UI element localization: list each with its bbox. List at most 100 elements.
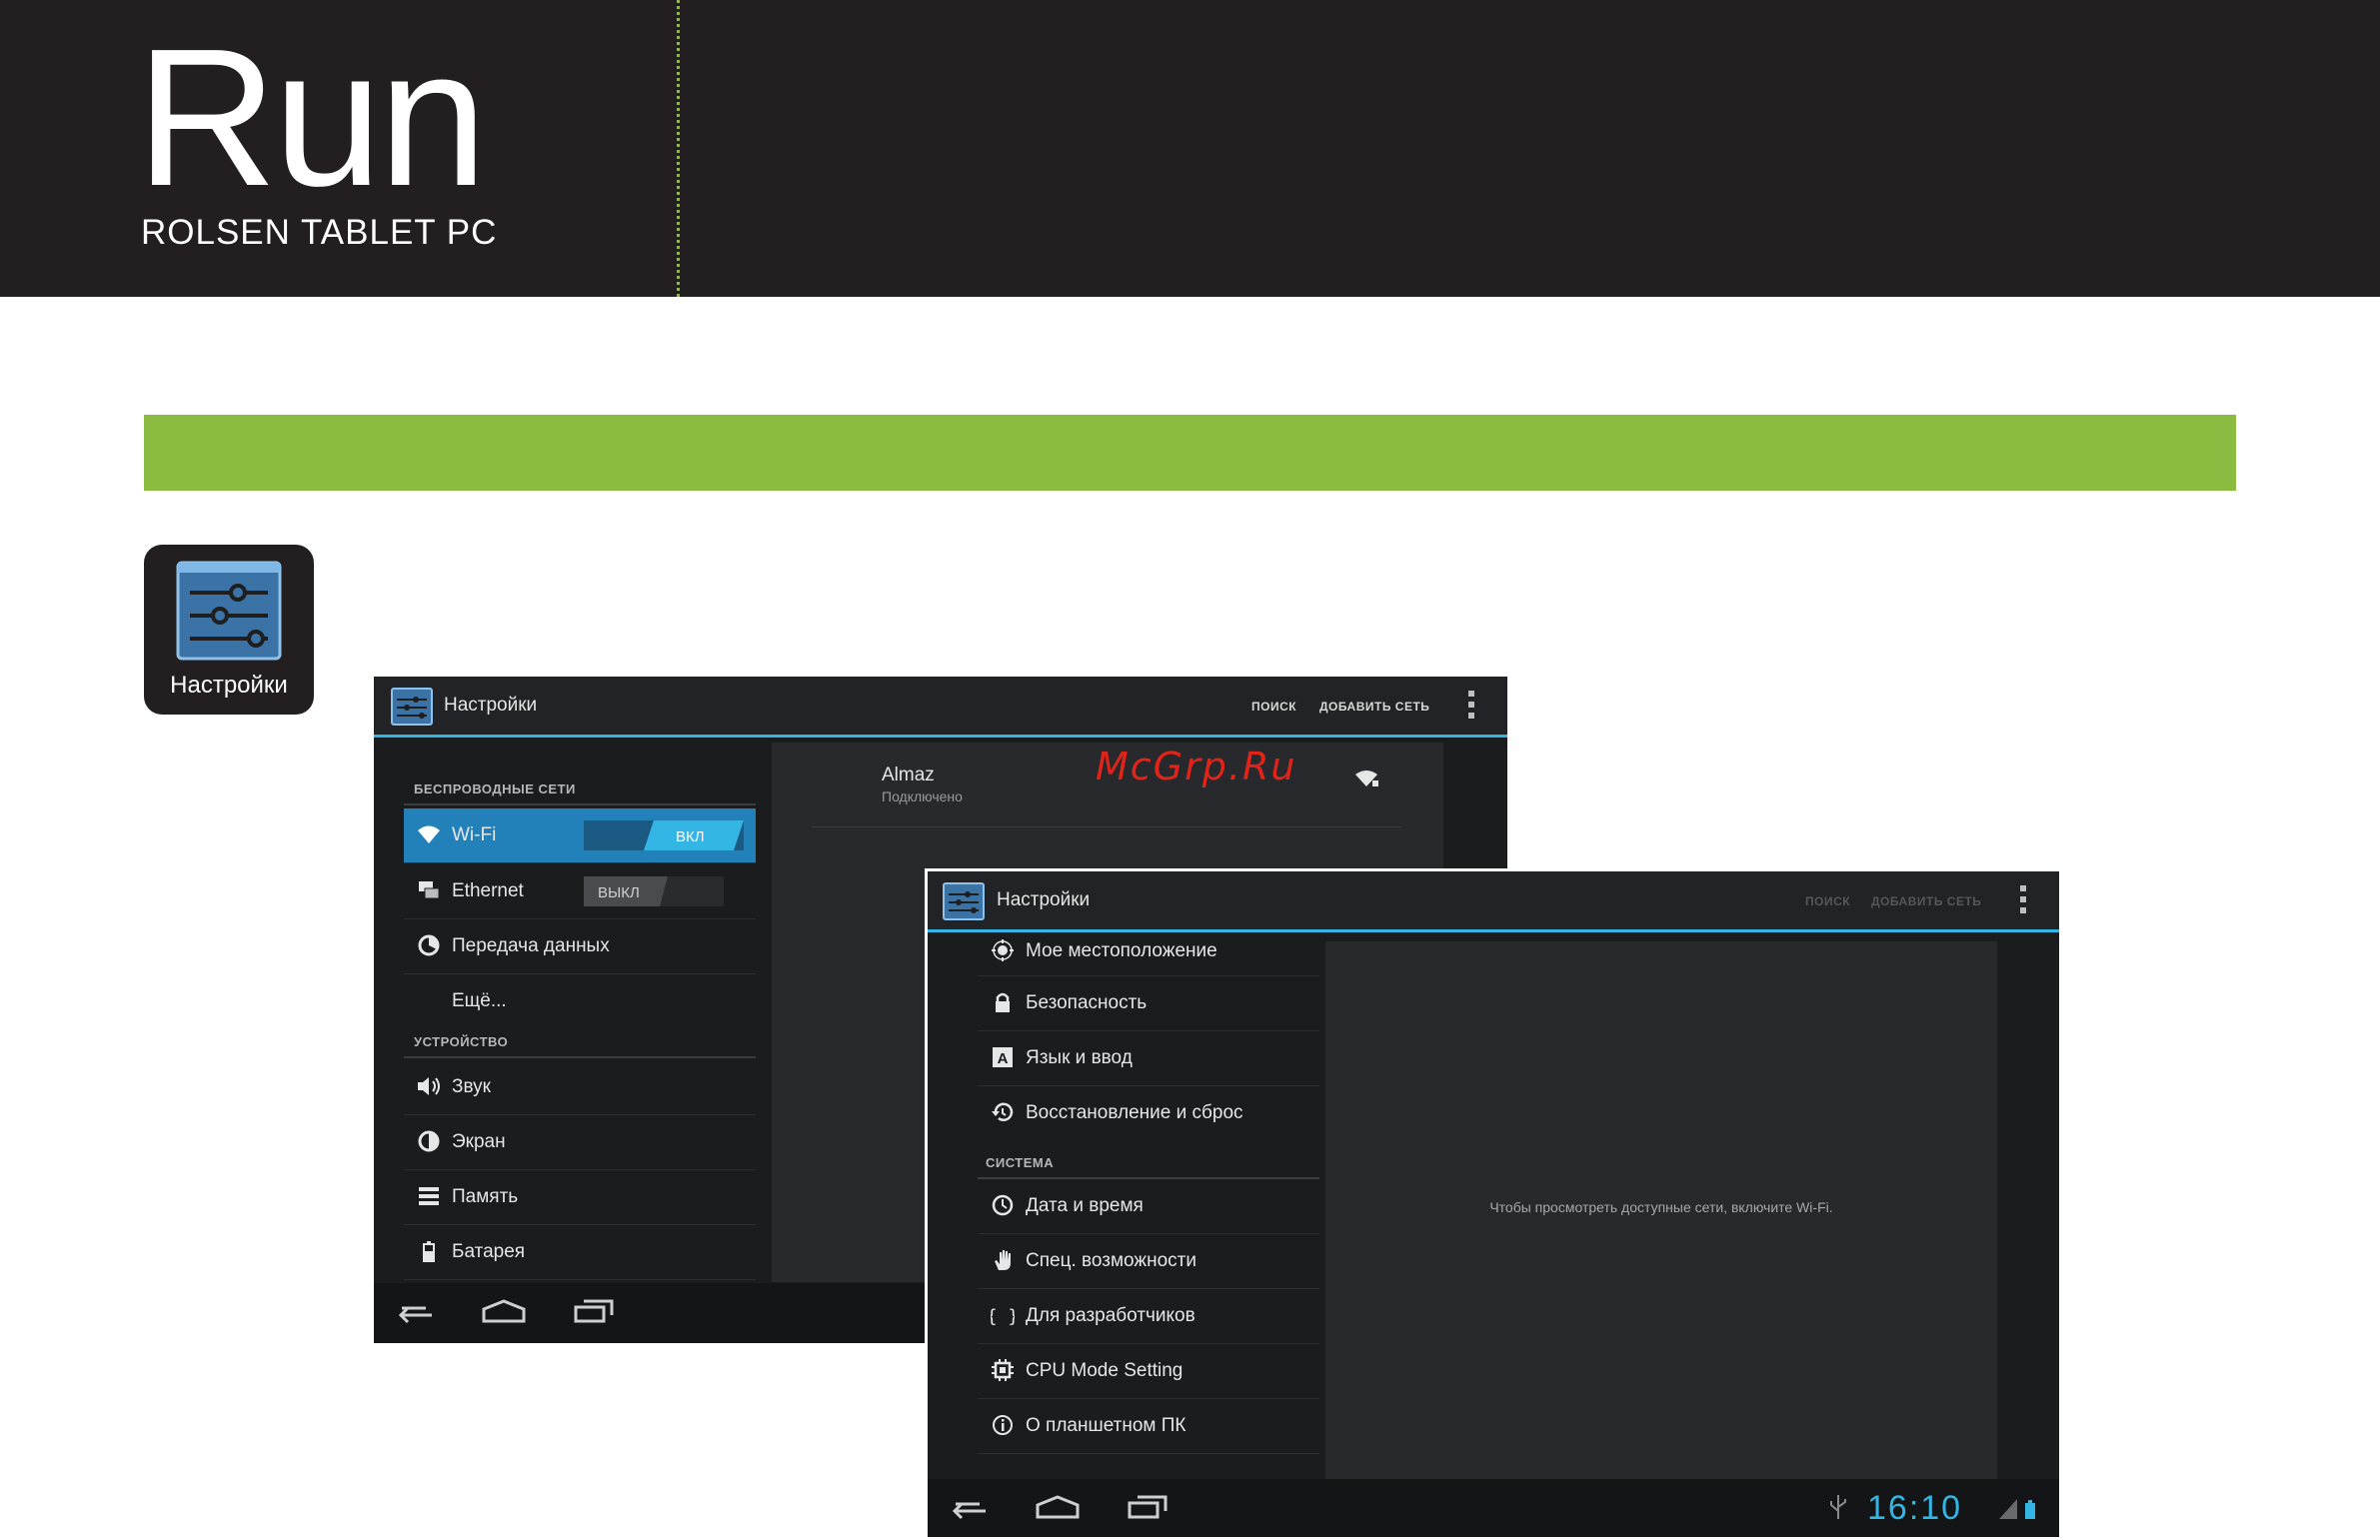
menu-item-label: Ethernet bbox=[452, 880, 524, 901]
menu-item-label: Для разработчиков bbox=[1026, 1305, 1195, 1326]
menu-item-security[interactable]: Безопасность bbox=[978, 976, 1319, 1031]
menu-item-label: Спец. возможности bbox=[1026, 1250, 1196, 1271]
network-divider bbox=[812, 826, 1401, 827]
navigation-bar: 16:10 bbox=[928, 1479, 2059, 1537]
section-divider bbox=[404, 803, 756, 805]
add-network-action[interactable]: ДОБАВИТЬ СЕТЬ bbox=[1871, 894, 1981, 908]
clock-time: 16:10 bbox=[1867, 1489, 1963, 1527]
back-icon[interactable] bbox=[950, 1491, 990, 1521]
menu-item-label: Память bbox=[452, 1186, 519, 1207]
menu-item-language[interactable]: A Язык и ввод bbox=[978, 1031, 1319, 1086]
page-header: Run ROLSEN TABLET PC bbox=[0, 0, 2380, 297]
data-usage-icon bbox=[416, 934, 442, 958]
menu-item-storage[interactable]: Память bbox=[404, 1170, 756, 1225]
overflow-menu-icon[interactable] bbox=[2020, 885, 2026, 918]
search-action[interactable]: ПОИСК bbox=[1251, 700, 1296, 714]
menu-item-label: Звук bbox=[452, 1076, 491, 1097]
wifi-toggle[interactable] bbox=[584, 820, 744, 850]
settings-icon bbox=[943, 882, 985, 920]
settings-sliders-icon bbox=[176, 561, 282, 661]
menu-item-date-time[interactable]: Дата и время bbox=[978, 1179, 1319, 1234]
menu-item-accessibility[interactable]: Спец. возможности bbox=[978, 1234, 1319, 1289]
menu-item-more[interactable]: Ещё... bbox=[404, 974, 756, 1028]
menu-item-restore[interactable]: Восстановление и сброс bbox=[978, 1086, 1319, 1140]
menu-item-sound[interactable]: Звук bbox=[404, 1060, 756, 1115]
menu-item-location[interactable]: Мое местоположение bbox=[978, 933, 1319, 976]
battery-icon bbox=[416, 1240, 442, 1264]
menu-item-label: Экран bbox=[452, 1131, 506, 1152]
menu-item-display[interactable]: Экран bbox=[404, 1115, 756, 1170]
back-icon[interactable] bbox=[396, 1295, 436, 1325]
action-bar-title: Настройки bbox=[444, 695, 538, 716]
action-bar: Настройки ПОИСК ДОБАВИТЬ СЕТЬ bbox=[928, 871, 2059, 932]
recent-apps-icon[interactable] bbox=[1128, 1491, 1168, 1521]
wifi-off-panel: Чтобы просмотреть доступные сети, включи… bbox=[1325, 941, 1997, 1479]
svg-text:{ }: { } bbox=[991, 1306, 1015, 1326]
menu-item-battery[interactable]: Батарея bbox=[404, 1225, 756, 1280]
section-header-system: СИСТЕМА bbox=[986, 1155, 1055, 1170]
menu-item-label: Безопасность bbox=[1026, 992, 1148, 1013]
home-icon[interactable] bbox=[482, 1295, 526, 1325]
menu-item-label: Передача данных bbox=[452, 935, 610, 956]
menu-item-label: Язык и ввод bbox=[1026, 1047, 1133, 1068]
section-green-bar bbox=[144, 415, 2236, 491]
lock-icon bbox=[990, 991, 1016, 1015]
home-icon[interactable] bbox=[1036, 1491, 1080, 1521]
brand-subtitle: ROLSEN TABLET PC bbox=[141, 213, 498, 252]
clock-icon bbox=[990, 1194, 1016, 1218]
info-icon bbox=[990, 1414, 1016, 1438]
signal-battery-icon bbox=[1999, 1499, 2035, 1519]
restore-icon bbox=[990, 1101, 1016, 1125]
menu-item-cpu-mode[interactable]: CPU Mode Setting bbox=[978, 1344, 1319, 1399]
add-network-action[interactable]: ДОБАВИТЬ СЕТЬ bbox=[1319, 700, 1429, 714]
settings-list: Мое местоположение Безопасность A Язык и… bbox=[978, 933, 1319, 1473]
menu-item-label: Восстановление и сброс bbox=[1026, 1102, 1243, 1123]
brand-logo: Run bbox=[136, 8, 488, 227]
wifi-icon bbox=[416, 823, 442, 847]
storage-icon bbox=[416, 1185, 442, 1209]
menu-item-label: Wi-Fi bbox=[452, 824, 497, 845]
overflow-menu-icon[interactable] bbox=[1468, 691, 1474, 724]
screenshot-system-settings: Настройки ПОИСК ДОБАВИТЬ СЕТЬ Мое местоп… bbox=[925, 868, 2062, 1540]
ethernet-toggle-label: ВЫКЛ bbox=[598, 884, 640, 901]
usb-icon bbox=[1830, 1495, 1846, 1519]
app-icon-label: Настройки bbox=[170, 672, 288, 699]
network-name[interactable]: Almaz bbox=[882, 765, 935, 786]
menu-item-wifi[interactable]: Wi-Fi ВКЛ bbox=[404, 808, 756, 863]
menu-item-label: Дата и время bbox=[1026, 1195, 1144, 1216]
menu-item-developer[interactable]: { } Для разработчиков bbox=[978, 1289, 1319, 1344]
menu-item-ethernet[interactable]: Ethernet ВЫКЛ bbox=[404, 864, 756, 919]
watermark-text: McGrp.Ru bbox=[1096, 745, 1297, 788]
wifi-toggle-label: ВКЛ bbox=[676, 828, 705, 845]
display-icon bbox=[416, 1130, 442, 1154]
menu-item-data-usage[interactable]: Передача данных bbox=[404, 919, 756, 974]
settings-app-icon[interactable]: Настройки bbox=[144, 545, 314, 715]
action-bar-title: Настройки bbox=[997, 889, 1091, 910]
language-icon: A bbox=[990, 1046, 1016, 1070]
section-header-device: УСТРОЙСТВО bbox=[414, 1034, 509, 1049]
action-bar: Настройки ПОИСК ДОБАВИТЬ СЕТЬ bbox=[374, 677, 1507, 738]
section-header-wireless: БЕСПРОВОДНЫЕ СЕТИ bbox=[414, 781, 576, 796]
settings-icon bbox=[391, 688, 433, 726]
network-status: Подключено bbox=[882, 788, 963, 804]
menu-item-label: О планшетном ПК bbox=[1026, 1415, 1187, 1436]
wifi-signal-icon bbox=[1355, 770, 1378, 786]
sound-icon bbox=[416, 1075, 442, 1099]
dotted-divider bbox=[677, 0, 680, 297]
cpu-icon bbox=[990, 1359, 1016, 1383]
settings-list: БЕСПРОВОДНЫЕ СЕТИ Wi-Fi ВКЛ Ethernet ВЫК… bbox=[404, 751, 756, 1290]
menu-item-label: Ещё... bbox=[452, 990, 507, 1011]
braces-icon: { } bbox=[987, 1304, 1020, 1328]
location-icon bbox=[990, 939, 1016, 963]
menu-item-label: CPU Mode Setting bbox=[1026, 1360, 1184, 1381]
menu-item-label: Батарея bbox=[452, 1241, 526, 1262]
menu-item-label: Мое местоположение bbox=[1026, 940, 1217, 961]
hand-icon bbox=[990, 1249, 1016, 1273]
section-divider bbox=[404, 1056, 756, 1058]
svg-text:A: A bbox=[998, 1050, 1009, 1067]
search-action[interactable]: ПОИСК bbox=[1805, 894, 1850, 908]
menu-item-about[interactable]: О планшетном ПК bbox=[978, 1399, 1319, 1454]
recent-apps-icon[interactable] bbox=[574, 1295, 614, 1325]
ethernet-icon bbox=[416, 879, 442, 903]
wifi-off-message: Чтобы просмотреть доступные сети, включи… bbox=[1489, 1199, 1833, 1215]
